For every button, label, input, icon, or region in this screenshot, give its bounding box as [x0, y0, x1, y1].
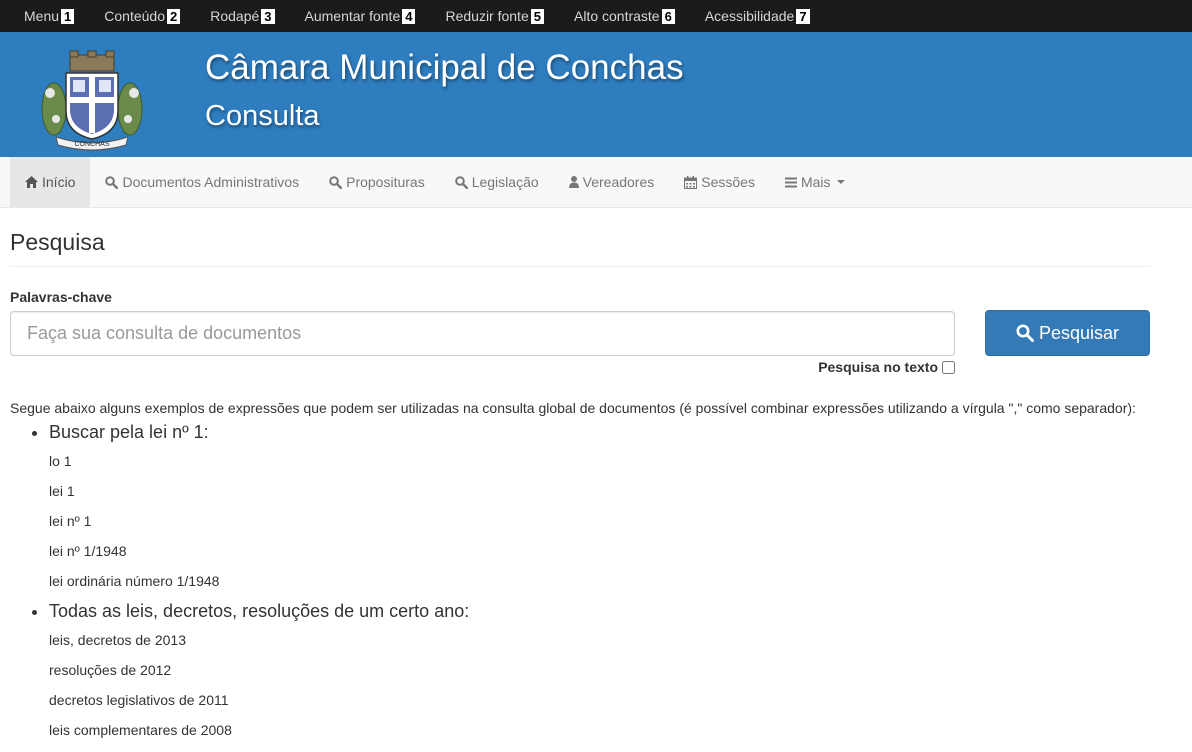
home-icon [25, 176, 38, 188]
example-group: Todas as leis, decretos, resoluções de u… [49, 601, 1182, 750]
search-button-label: Pesquisar [1038, 322, 1120, 343]
example-item: leis complementares de 2008 [49, 722, 232, 738]
example-item: leis, decretos de 2013 [49, 632, 186, 648]
acc-key: 6 [661, 8, 675, 24]
main-nav: Início Documentos Administrativos Propos… [0, 157, 1192, 208]
main-content: Pesquisa Palavras-chave Pesquisar Pesqui… [0, 208, 1192, 750]
nav-item-label: Legislação [471, 174, 539, 190]
nav-item-label: Vereadores [582, 174, 655, 190]
page-title: Pesquisa [10, 208, 1150, 267]
nav-item-legislacao[interactable]: Legislação [440, 157, 554, 207]
site-subtitle: Consulta [205, 100, 320, 132]
example-group-heading: Todas as leis, decretos, resoluções de u… [49, 601, 470, 621]
example-item: lei nº 1/1948 [49, 543, 127, 559]
acc-key: 1 [61, 8, 75, 24]
examples-list: Buscar pela lei nº 1: lo 1 lei 1 lei nº … [10, 422, 1182, 750]
nav-item-sessoes[interactable]: Sessões [669, 157, 770, 207]
search-row: Pesquisar [10, 310, 1150, 356]
acc-link-label: Rodapé [210, 8, 260, 24]
coat-of-arms-logo[interactable]: CONCHAS [38, 49, 146, 151]
user-icon [568, 176, 579, 188]
acc-link-accessibility[interactable]: Acessibilidade 7 [705, 8, 810, 24]
example-group-heading: Buscar pela lei nº 1: [49, 422, 209, 442]
acc-link-high-contrast[interactable]: Alto contraste 6 [574, 8, 675, 24]
acc-link-label: Menu [24, 8, 60, 24]
search-icon [105, 175, 119, 189]
nav-item-label: Mais [800, 174, 831, 190]
nav-item-mais-dropdown[interactable]: Mais [770, 157, 860, 207]
example-group: Buscar pela lei nº 1: lo 1 lei 1 lei nº … [49, 422, 1182, 601]
acc-key: 3 [261, 8, 275, 24]
example-item: lei ordinária número 1/1948 [49, 573, 220, 589]
search-icon [454, 175, 468, 189]
nav-item-inicio[interactable]: Início [10, 157, 91, 207]
nav-item-label: Proposituras [346, 174, 425, 190]
example-item: lei 1 [49, 483, 75, 499]
search-icon [329, 175, 343, 189]
acc-link-label: Conteúdo [104, 8, 165, 24]
chevron-down-icon [836, 180, 845, 184]
acc-link-label: Aumentar fonte [304, 8, 401, 24]
acc-link-label: Acessibilidade [704, 8, 795, 24]
acc-link-label: Reduzir fonte [445, 8, 529, 24]
acc-link-increase-font[interactable]: Aumentar fonte 4 [305, 8, 416, 24]
search-in-text-option: Pesquisa no texto [10, 359, 955, 375]
example-item: decretos legislativos de 2011 [49, 692, 229, 708]
nav-item-label: Documentos Administrativos [122, 174, 300, 190]
nav-item-documentos-administrativos[interactable]: Documentos Administrativos [90, 157, 314, 207]
acc-key: 2 [166, 8, 181, 24]
acc-key: 4 [402, 8, 416, 24]
example-item: lei nº 1 [49, 513, 92, 529]
examples-intro: Segue abaixo alguns exemplos de expressõ… [10, 400, 1136, 416]
example-item: lo 1 [49, 453, 72, 469]
nav-item-label: Início [42, 174, 76, 190]
search-input[interactable] [10, 311, 955, 356]
acc-link-label: Alto contraste [573, 8, 660, 24]
acc-link-menu[interactable]: Menu 1 [24, 8, 75, 24]
nav-item-proposituras[interactable]: Proposituras [314, 157, 440, 207]
search-button[interactable]: Pesquisar [985, 310, 1150, 356]
site-header: CONCHAS Câmara Municipal de Conchas Cons… [0, 32, 1192, 157]
nav-item-vereadores[interactable]: Vereadores [554, 157, 670, 207]
calendar-icon [684, 175, 698, 189]
acc-link-decrease-font[interactable]: Reduzir fonte 5 [445, 8, 544, 24]
nav-item-label: Sessões [701, 174, 755, 190]
accessibility-bar: Menu 1 Conteúdo 2 Rodapé 3 Aumentar fonte 4 … [0, 0, 1192, 32]
search-in-text-label: Pesquisa no texto [818, 359, 938, 375]
acc-key: 5 [530, 8, 544, 24]
keywords-label: Palavras-chave [10, 289, 112, 305]
search-in-text-checkbox[interactable] [942, 360, 955, 374]
menu-icon [784, 177, 797, 187]
acc-key: 7 [796, 8, 810, 24]
search-icon [1016, 324, 1034, 342]
site-title: Câmara Municipal de Conchas [205, 48, 684, 87]
acc-link-content[interactable]: Conteúdo 2 [104, 8, 181, 24]
example-item: resoluções de 2012 [49, 662, 172, 678]
acc-link-footer[interactable]: Rodapé 3 [210, 8, 275, 24]
logo-ribbon-text: CONCHAS [74, 141, 109, 148]
